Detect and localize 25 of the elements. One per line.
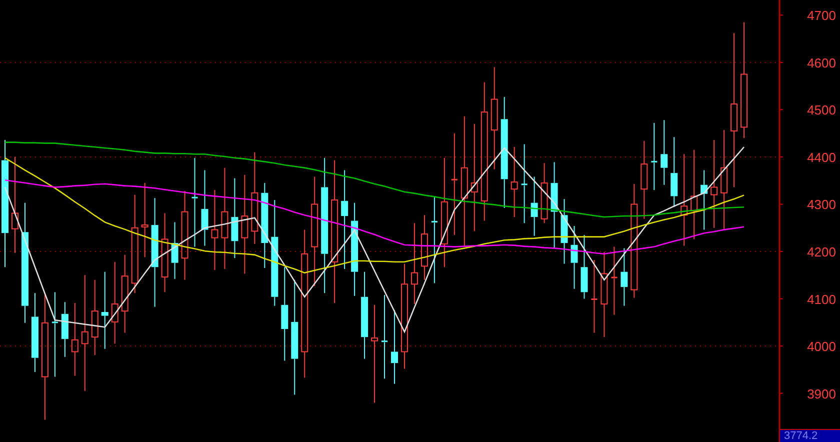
axis-label: 3900 bbox=[807, 386, 836, 402]
axis-label: 4100 bbox=[807, 292, 836, 307]
candlestick bbox=[670, 136, 678, 208]
axis-label: 4500 bbox=[807, 102, 836, 118]
axis-label: 4600 bbox=[807, 55, 836, 70]
candlestick bbox=[620, 248, 628, 306]
axis-label: 4200 bbox=[807, 244, 836, 260]
candlestick bbox=[510, 146, 518, 218]
candlestick bbox=[611, 246, 618, 316]
candlestick bbox=[700, 170, 708, 230]
axis-label: 4400 bbox=[807, 150, 836, 165]
axis-label: 4300 bbox=[807, 197, 836, 212]
candlestick bbox=[580, 234, 588, 300]
candlestick bbox=[61, 302, 68, 358]
candlestick bbox=[651, 122, 658, 191]
candlestick bbox=[171, 222, 178, 280]
candlestick bbox=[540, 162, 548, 224]
last-price-label: 3774.2 bbox=[780, 429, 840, 442]
candlestick bbox=[420, 214, 428, 280]
candlestick bbox=[530, 176, 538, 236]
candlestick bbox=[560, 198, 568, 264]
axis-label: 4700 bbox=[807, 8, 836, 24]
candlestick bbox=[660, 120, 668, 186]
candlestick bbox=[570, 225, 578, 290]
axis-label: 4000 bbox=[807, 339, 836, 354]
